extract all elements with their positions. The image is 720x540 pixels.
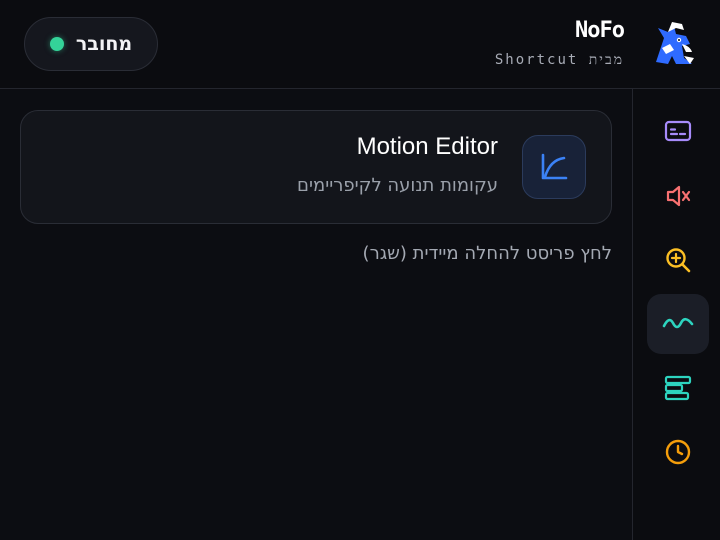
brand: NoFo מבית Shortcut [495,14,698,74]
hint-text: לחץ פריסט להחלה מיידית (שגר) [362,243,612,264]
subtitles-icon [664,120,692,142]
sidebar-item-timeline[interactable] [647,358,709,418]
connection-status-label: מחובר [75,33,133,55]
sidebar-item-subtitles[interactable] [647,101,709,161]
mute-icon [666,185,691,207]
connection-status-button[interactable]: מחובר [24,17,158,71]
connection-status-dot [49,37,64,51]
timeline-icon [664,375,692,401]
sidebar-item-history[interactable] [647,422,709,482]
zoom-in-icon [666,248,691,273]
motion-editor-icon-tile [522,135,586,199]
mascot-icon [656,22,694,64]
header: מחובר NoFo מבית Shortcut [0,0,720,89]
clock-icon [665,439,691,465]
motion-editor-card[interactable]: Motion Editor עקומות תנועה לקיפריימים [20,110,612,224]
wave-icon [662,317,694,329]
curve-icon [541,153,568,180]
card-title: Motion Editor [356,133,498,160]
sidebar [632,89,720,540]
brand-subtitle: מבית Shortcut [494,51,624,68]
brand-text: NoFo מבית Shortcut [494,17,625,69]
brand-name: NoFo [575,17,625,43]
sidebar-item-zoom[interactable] [647,230,709,290]
card-subtitle: עקומות תנועה לקיפריימים [297,175,498,196]
sidebar-item-motion[interactable] [647,294,709,354]
sidebar-item-mute[interactable] [647,166,709,226]
